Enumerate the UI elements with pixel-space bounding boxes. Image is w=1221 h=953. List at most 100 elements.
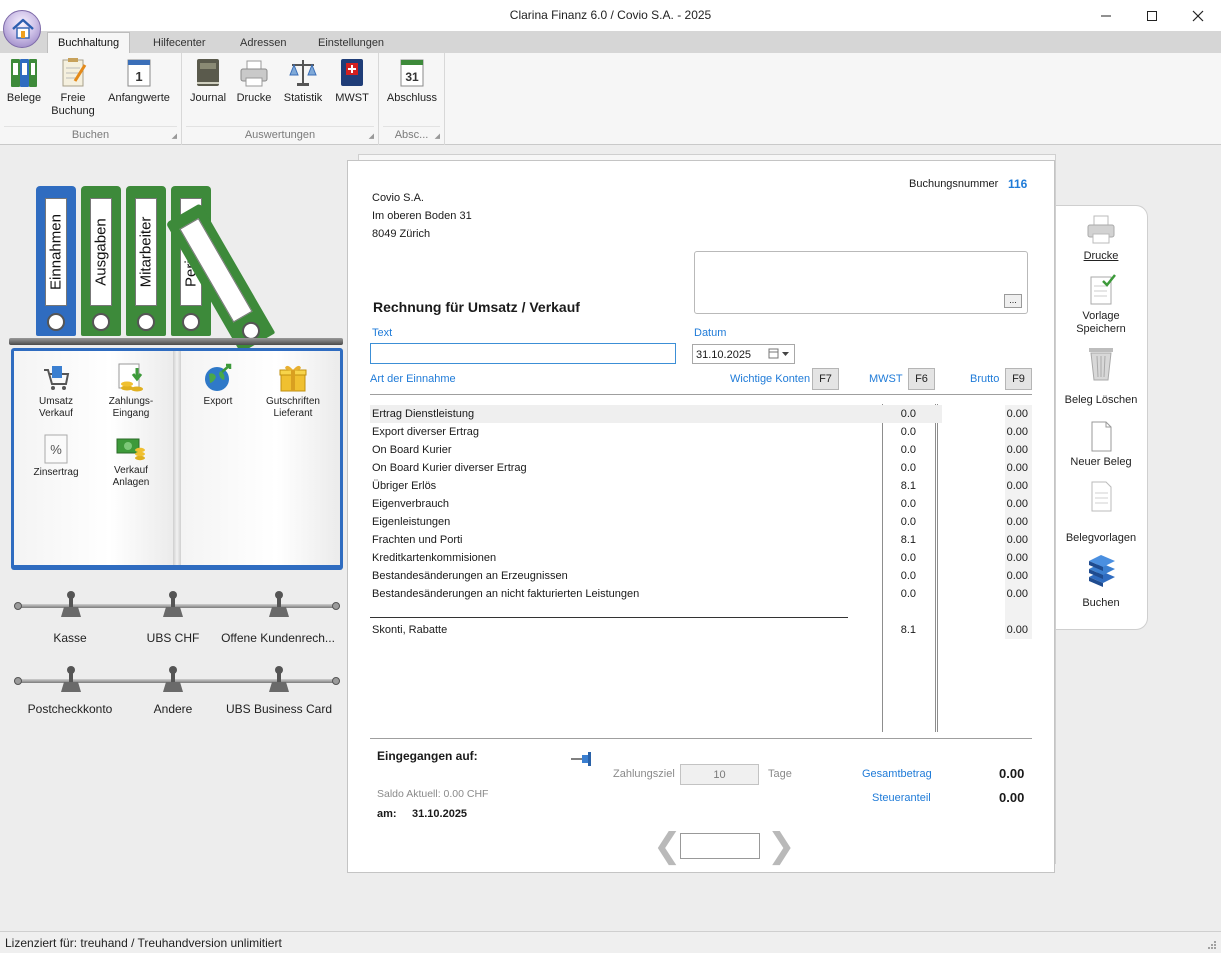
freie-buchung-button[interactable]: Freie Buchung xyxy=(50,55,96,118)
record-nav-field[interactable] xyxy=(680,833,760,859)
row-mwst: 0.0 xyxy=(900,516,916,528)
memo-field[interactable]: ... xyxy=(694,251,1028,314)
account-ubs-business-card[interactable]: UBS Business Card xyxy=(219,702,339,716)
saldo-aktuell: Saldo Aktuell: 0.00 CHF xyxy=(377,788,489,800)
drucke-ribbon-button[interactable]: Drucke xyxy=(234,55,274,105)
row-brutto[interactable]: 0.00 xyxy=(1004,480,1028,492)
table-row[interactable]: Übriger Erlös 8.1 xyxy=(370,477,942,495)
row-brutto[interactable]: 0.00 xyxy=(1004,408,1028,420)
f7-button[interactable]: F7 xyxy=(812,368,839,390)
next-arrow[interactable]: ❯ xyxy=(767,826,796,866)
beleg-loeschen-label: Beleg Löschen xyxy=(1064,394,1138,406)
table-row[interactable]: On Board Kurier 0.0 xyxy=(370,441,942,459)
abschluss-button[interactable]: 31 Abschluss xyxy=(383,55,441,105)
text-input[interactable] xyxy=(370,343,676,364)
gutschriften-lieferant-item[interactable]: Gutschriften Lieferant xyxy=(260,362,326,420)
tab-buchhaltung[interactable]: Buchhaltung xyxy=(47,32,131,54)
row-name: Bestandesänderungen an nicht fakturierte… xyxy=(372,588,640,600)
steueranteil-label: Steueranteil xyxy=(872,792,931,804)
gutschriften-label-2: Lieferant xyxy=(273,408,313,419)
table-row[interactable]: Export diverser Ertrag 0.0 xyxy=(370,423,942,441)
pin-icon[interactable] xyxy=(570,751,596,767)
table-row[interactable]: Eigenverbrauch 0.0 xyxy=(370,495,942,513)
binder-mitarbeiter[interactable]: Mitarbeiter xyxy=(126,186,166,336)
row-brutto[interactable]: 0.00 xyxy=(1004,462,1028,474)
account-ubs-chf[interactable]: UBS CHF xyxy=(113,631,233,645)
mwst-button[interactable]: MWST xyxy=(332,55,372,105)
row-brutto[interactable]: 0.00 xyxy=(1004,444,1028,456)
tab-hilfecenter[interactable]: Hilfecenter xyxy=(143,33,216,53)
row-brutto[interactable]: 0.00 xyxy=(1004,624,1028,636)
previous-arrow[interactable]: ❮ xyxy=(653,826,682,866)
anfangswerte-button[interactable]: 1 Anfangwerte xyxy=(104,55,174,105)
group-expand-icon[interactable]: ◢ xyxy=(369,132,374,140)
f9-button[interactable]: F9 xyxy=(1005,368,1032,390)
export-item[interactable]: Export xyxy=(185,362,251,408)
row-name: Frachten und Porti xyxy=(372,534,463,546)
table-row[interactable]: Kreditkartenkommisionen 0.0 xyxy=(370,549,942,567)
maximize-icon xyxy=(1147,10,1157,21)
table-row[interactable]: Skonti, Rabatte 8.1 xyxy=(370,621,942,639)
belege-button[interactable]: Belege xyxy=(4,55,44,105)
account-andere[interactable]: Andere xyxy=(113,702,233,716)
journal-button[interactable]: Journal xyxy=(188,55,228,105)
row-name: On Board Kurier diverser Ertrag xyxy=(372,462,527,474)
table-row[interactable]: On Board Kurier diverser Ertrag 0.0 xyxy=(370,459,942,477)
calendar-dropdown-icon[interactable] xyxy=(768,348,792,360)
tab-einstellungen[interactable]: Einstellungen xyxy=(308,33,394,53)
neuer-beleg-action[interactable]: Neuer Beleg xyxy=(1056,420,1146,469)
close-button[interactable] xyxy=(1175,0,1221,31)
account-offene-kundenrechnungen[interactable]: Offene Kundenrech... xyxy=(218,631,338,645)
tab-adressen[interactable]: Adressen xyxy=(230,33,296,53)
memo-more-button[interactable]: ... xyxy=(1004,294,1022,308)
zinsertrag-item[interactable]: % Zinsertrag xyxy=(23,433,89,479)
zahlungs-eingang-item[interactable]: Zahlungs- Eingang xyxy=(98,362,164,420)
resize-grip-icon[interactable] xyxy=(1207,940,1217,950)
account-kasse[interactable]: Kasse xyxy=(10,631,130,645)
table-row[interactable]: Eigenleistungen 0.0 xyxy=(370,513,942,531)
maximize-button[interactable] xyxy=(1129,0,1175,31)
table-row[interactable]: Bestandesänderungen an Erzeugnissen 0.0 xyxy=(370,567,942,585)
group-expand-icon[interactable]: ◢ xyxy=(172,132,177,140)
binder-ausgaben[interactable]: Ausgaben xyxy=(81,186,121,336)
printer-icon xyxy=(1085,214,1117,246)
zahlungsziel-input[interactable]: 10 xyxy=(680,764,759,785)
datum-value: 31.10.2025 xyxy=(696,349,752,361)
row-mwst: 8.1 xyxy=(900,534,916,546)
verkauf-anlagen-item[interactable]: Verkauf Anlagen xyxy=(98,431,164,489)
row-mwst: 0.0 xyxy=(900,426,916,438)
document-heading: Rechnung für Umsatz / Verkauf xyxy=(373,299,580,315)
ribbon-group-buchen: Buchen ◢ Belege Freie Buchung 1 Anfangwe… xyxy=(0,53,182,145)
table-row[interactable]: Bestandesänderungen an nicht fakturierte… xyxy=(370,585,942,603)
app-menu-button[interactable] xyxy=(3,10,41,48)
row-brutto[interactable]: 0.00 xyxy=(1004,588,1028,600)
row-brutto[interactable]: 0.00 xyxy=(1004,570,1028,582)
brutto-column-label: Brutto xyxy=(970,373,1000,385)
datum-field[interactable]: 31.10.2025 xyxy=(692,344,795,364)
vorlage-speichern-action[interactable]: Vorlage Speichern xyxy=(1056,274,1146,336)
drucke-action[interactable]: Drucke xyxy=(1056,214,1146,263)
belegvorlagen-action[interactable]: Belegvorlagen xyxy=(1056,480,1146,545)
group-expand-icon[interactable]: ◢ xyxy=(435,132,440,140)
anfangswerte-label: Anfangwerte xyxy=(108,92,170,104)
statistik-button[interactable]: Statistik xyxy=(280,55,326,105)
minimize-button[interactable] xyxy=(1083,0,1129,31)
umsatz-verkauf-item[interactable]: Umsatz Verkauf xyxy=(23,362,89,420)
f6-button[interactable]: F6 xyxy=(908,368,935,390)
row-brutto[interactable]: 0.00 xyxy=(1004,498,1028,510)
export-label: Export xyxy=(203,396,233,407)
row-brutto[interactable]: 0.00 xyxy=(1004,516,1028,528)
beleg-loeschen-action[interactable]: Beleg Löschen xyxy=(1056,346,1146,407)
table-row[interactable]: Ertrag Dienstleistung 0.0 xyxy=(370,405,942,423)
drucke-action-label: Drucke xyxy=(1083,250,1119,262)
binder-einnahmen[interactable]: Einnahmen xyxy=(36,186,76,336)
table-row[interactable]: Frachten und Porti 8.1 xyxy=(370,531,942,549)
row-brutto[interactable]: 0.00 xyxy=(1004,534,1028,546)
buchen-action[interactable]: Buchen xyxy=(1056,555,1146,610)
account-postcheckkonto[interactable]: Postcheckkonto xyxy=(10,702,130,716)
row-brutto[interactable]: 0.00 xyxy=(1004,552,1028,564)
title-bar: Clarina Finanz 6.0 / Covio S.A. - 2025 xyxy=(0,0,1221,31)
row-brutto[interactable]: 0.00 xyxy=(1004,426,1028,438)
wichtige-konten-label: Wichtige Konten xyxy=(730,373,811,385)
neuer-beleg-label: Neuer Beleg xyxy=(1070,456,1132,468)
